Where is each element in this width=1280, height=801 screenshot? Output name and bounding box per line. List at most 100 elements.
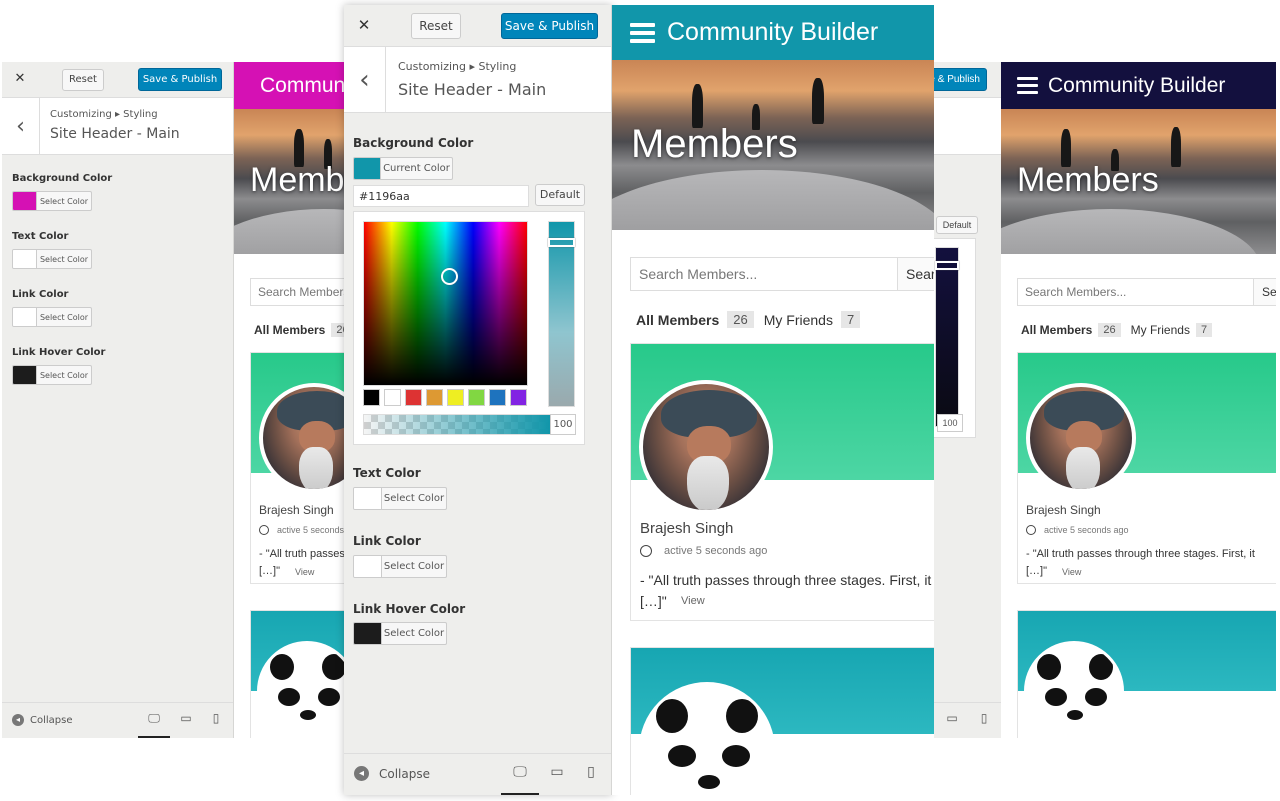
page-title: Members [631, 122, 798, 166]
tab-all-members[interactable]: All Members [1021, 323, 1092, 337]
view-link[interactable]: View [681, 595, 705, 607]
tablet-icon[interactable]: ▭ [938, 711, 966, 725]
default-button[interactable]: Default [535, 184, 585, 206]
customizer-topbar: Save & Publish [934, 62, 1001, 98]
alpha-slider[interactable] [363, 414, 551, 435]
collapse-button[interactable]: ◂ Collapse [354, 766, 430, 781]
mobile-icon[interactable]: ▯ [202, 711, 230, 725]
value-slider[interactable] [935, 247, 959, 427]
default-button[interactable]: Default [936, 216, 978, 234]
hex-input[interactable]: #1196aa [353, 185, 529, 207]
palette-swatch[interactable] [405, 389, 422, 406]
spectrum-handle[interactable] [441, 268, 458, 285]
search-input[interactable]: Search Members... [251, 279, 344, 305]
search-input[interactable]: Search Members... [631, 258, 897, 290]
alpha-value[interactable]: 100 [937, 414, 963, 432]
value-slider-handle[interactable] [935, 261, 959, 270]
select-color-label: Select Color [39, 196, 89, 206]
reset-button[interactable]: Reset [411, 13, 461, 39]
menu-icon[interactable] [1017, 77, 1038, 94]
text-color-button[interactable]: Select Color [12, 249, 92, 269]
search-members: Search Members... Search [630, 257, 934, 291]
member-card[interactable]: Brajesh Singh active 5 seconds ago - "Al… [250, 352, 344, 584]
search-button[interactable]: Search [897, 258, 934, 290]
back-arrow-icon[interactable]: ‹ [344, 47, 386, 112]
select-color-label: Select Color [39, 312, 89, 322]
background-color-button[interactable]: Select Color [12, 191, 92, 211]
member-name[interactable]: Brajesh Singh [640, 520, 733, 537]
select-color-label: Select Color [383, 561, 445, 572]
search-members: Search Members... Search [1017, 278, 1276, 306]
palette-swatch[interactable] [510, 389, 527, 406]
member-card[interactable] [1017, 610, 1276, 738]
value-slider-handle[interactable] [548, 238, 575, 247]
tab-my-friends[interactable]: My Friends [764, 312, 833, 328]
search-input[interactable]: Search Members... [1018, 279, 1253, 305]
desktop-icon[interactable]: 🖵 [138, 711, 170, 738]
reset-button[interactable]: Reset [62, 69, 104, 91]
section-title: Site Header - Main [50, 126, 180, 142]
close-icon[interactable]: ✕ [352, 16, 376, 34]
palette-swatch[interactable] [489, 389, 506, 406]
activity-text: active 5 seconds ago [1044, 525, 1129, 535]
tablet-icon[interactable]: ▭ [542, 764, 572, 780]
member-avatar[interactable] [1026, 383, 1136, 493]
background-color-button[interactable]: Current Color [353, 157, 453, 180]
link-color-button[interactable]: Select Color [353, 555, 447, 578]
link-color-button[interactable]: Select Color [12, 307, 92, 327]
close-icon[interactable]: ✕ [8, 71, 32, 86]
member-card[interactable] [630, 647, 934, 795]
alpha-value[interactable]: 100 [550, 414, 576, 435]
link-hover-color-button[interactable]: Select Color [353, 622, 447, 645]
mobile-icon[interactable]: ▯ [576, 764, 606, 780]
collapse-icon: ◂ [354, 766, 369, 781]
panel-center: ✕ Reset Save & Publish ‹ Customizing ▸ S… [344, 5, 612, 795]
value-slider[interactable] [548, 221, 575, 407]
save-publish-button-partial[interactable]: Save & Publish [934, 68, 987, 91]
palette-swatch[interactable] [384, 389, 401, 406]
field-label: Background Color [353, 136, 474, 150]
member-card[interactable]: Brajesh Singh active 5 seconds ago - "Al… [1017, 352, 1276, 584]
tablet-icon[interactable]: ▭ [172, 711, 200, 725]
member-avatar[interactable] [1024, 641, 1124, 738]
site-title[interactable]: Community Builder [260, 74, 344, 98]
tab-my-friends[interactable]: My Friends [1131, 323, 1190, 337]
desktop-icon[interactable]: 🖵 [501, 764, 539, 795]
member-quote: - "All truth passes through three stages… [1026, 548, 1255, 560]
site-title[interactable]: Community Builder [1048, 74, 1225, 98]
preview-center: Community Builder Members Search Members… [612, 5, 934, 795]
preview-left: Community Builder Members Search Members… [234, 62, 344, 738]
palette-swatch[interactable] [468, 389, 485, 406]
color-swatch [354, 623, 382, 644]
palette-swatch[interactable] [363, 389, 380, 406]
select-color-label: Select Color [383, 628, 445, 639]
tab-all-members[interactable]: All Members [254, 323, 325, 337]
member-name[interactable]: Brajesh Singh [259, 503, 334, 517]
color-swatch [13, 250, 37, 268]
view-link[interactable]: View [295, 567, 314, 577]
link-hover-color-button[interactable]: Select Color [12, 365, 92, 385]
hero-banner: Members [234, 109, 344, 254]
member-avatar[interactable] [257, 641, 344, 738]
save-publish-button[interactable]: Save & Publish [138, 68, 222, 91]
tab-all-members[interactable]: All Members [636, 312, 719, 328]
search-button[interactable]: Search [1253, 279, 1276, 305]
count-badge: 26 [1098, 323, 1121, 337]
field-label: Link Hover Color [12, 347, 106, 358]
member-name[interactable]: Brajesh Singh [1026, 503, 1101, 517]
mobile-icon[interactable]: ▯ [970, 711, 998, 725]
collapse-button[interactable]: ◂ Collapse [12, 714, 73, 726]
member-card[interactable]: Brajesh Singh active 5 seconds ago - "Al… [630, 343, 934, 621]
member-card[interactable] [250, 610, 344, 738]
back-arrow-icon[interactable]: ‹ [2, 98, 40, 154]
site-title[interactable]: Community Builder [667, 18, 878, 47]
palette-swatch[interactable] [426, 389, 443, 406]
preview-right-partial: Save & Publish Default 100 ▭ ▯ [934, 62, 1001, 738]
member-avatar[interactable] [639, 380, 773, 514]
palette-swatch[interactable] [447, 389, 464, 406]
save-publish-button[interactable]: Save & Publish [501, 13, 598, 39]
menu-icon[interactable] [630, 22, 655, 43]
view-link[interactable]: View [1062, 567, 1081, 577]
color-spectrum[interactable] [363, 221, 528, 386]
text-color-button[interactable]: Select Color [353, 487, 447, 510]
